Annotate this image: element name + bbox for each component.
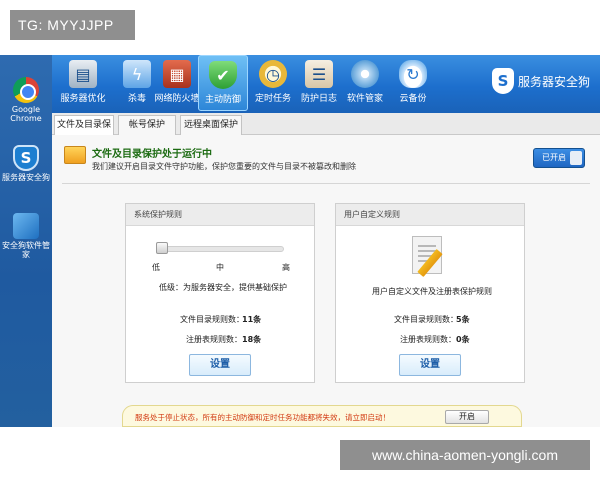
- active-defense-shield-icon: ✔: [209, 61, 237, 89]
- registry-rules-label: 注册表规则数：: [186, 335, 242, 344]
- safedog-shield-icon: S: [492, 68, 514, 94]
- system-rules-panel: 系统保护规则 低 中 高 低级：为服务器安全，提供基础保护 文件目录规则数： 1…: [125, 203, 315, 383]
- file-rules-value: 11条: [242, 315, 262, 324]
- toolbar-item-active-defense[interactable]: ✔ 主动防御: [198, 55, 248, 111]
- level-high-label: 高: [282, 263, 290, 272]
- registry-rules-label: 注册表规则数：: [400, 335, 456, 344]
- toolbar-label: 网络防火墙: [154, 94, 200, 104]
- toolbar-item-firewall[interactable]: ▦ 网络防火墙: [152, 55, 202, 111]
- panel-header: 系统保护规则: [126, 204, 314, 226]
- file-rules-label: 文件目录规则数：: [180, 315, 244, 324]
- file-rules-label: 文件目录规则数：: [394, 315, 458, 324]
- desktop-icon-software-manager[interactable]: 安全狗软件管家: [0, 213, 52, 259]
- service-warning-bar: 服务处于停止状态，所有的主动防御和定时任务功能都将失效，请立即启动！ 开启: [122, 405, 522, 427]
- toolbar-label: 主动防御: [204, 95, 241, 105]
- firewall-icon: ▦: [163, 60, 191, 88]
- antivirus-icon: ϟ: [123, 60, 151, 88]
- tab-file-directory-protection[interactable]: 文件及目录保护: [54, 115, 114, 148]
- safedog-shield-icon: S: [13, 145, 39, 171]
- divider: [62, 183, 590, 184]
- desktop-sidebar: Google Chrome S 服务器安全狗 安全狗软件管家: [0, 55, 52, 427]
- service-warning-text: 服务处于停止状态，所有的主动防御和定时任务功能都将失效，请立即启动！: [135, 413, 390, 422]
- toolbar-item-protection-log[interactable]: ☰ 防护日志: [294, 55, 344, 111]
- custom-rules-panel: 用户自定义规则 用户自定义文件及注册表保护规则 文件目录规则数： 5条 注册表规…: [335, 203, 525, 383]
- toolbar-item-cloud-backup[interactable]: ↻ 云备份: [388, 55, 438, 111]
- cloud-backup-icon: ↻: [399, 60, 427, 88]
- system-settings-button[interactable]: 设置: [189, 354, 251, 376]
- toolbar-item-server-optimize[interactable]: ▤ 服务器优化: [58, 55, 108, 111]
- file-rules-value: 5条: [456, 315, 470, 324]
- watermark-bottom: www.china-aomen-yongli.com: [340, 440, 590, 470]
- custom-settings-button[interactable]: 设置: [399, 354, 461, 376]
- toolbar-label: 服务器优化: [60, 94, 106, 104]
- brand-logo: S 服务器安全狗: [492, 66, 597, 96]
- watermark-top: TG: MYYJJPP: [10, 10, 135, 40]
- folder-icon: [64, 146, 86, 164]
- protection-level-thumb[interactable]: [156, 242, 168, 254]
- brand-name: 服务器安全狗: [518, 74, 591, 89]
- level-description: 低级：为服务器安全，提供基础保护: [159, 283, 287, 292]
- desktop-icon-chrome[interactable]: Google Chrome: [0, 77, 52, 123]
- custom-rules-description: 用户自定义文件及注册表保护规则: [372, 287, 492, 296]
- chrome-icon: [13, 77, 39, 103]
- status-banner: 文件及目录保护处于运行中 我们建议开启目录文件守护功能，保护您重要的文件与目录不…: [60, 141, 592, 177]
- toolbar-item-scheduled-task[interactable]: ◷ 定时任务: [248, 55, 298, 111]
- server-icon: ▤: [69, 60, 97, 88]
- desktop-icon-label: 服务器安全狗: [2, 173, 50, 182]
- toolbar-label: 防护日志: [300, 94, 337, 104]
- software-disc-icon: [351, 60, 379, 88]
- level-mid-label: 中: [216, 263, 224, 272]
- registry-rules-value: 0条: [456, 335, 470, 344]
- protection-toggle[interactable]: 已开启: [533, 148, 585, 168]
- toolbar-item-software-manager[interactable]: 软件管家: [340, 55, 390, 111]
- registry-rules-value: 18条: [242, 335, 262, 344]
- software-manager-icon: [13, 213, 39, 239]
- desktop-icon-safedog[interactable]: S 服务器安全狗: [0, 145, 52, 182]
- clipboard-log-icon: ☰: [305, 60, 333, 88]
- start-service-button[interactable]: 开启: [445, 410, 489, 424]
- level-low-label: 低: [152, 263, 160, 272]
- status-title: 文件及目录保护处于运行中: [92, 149, 212, 160]
- desktop-icon-label: Google Chrome: [10, 105, 42, 123]
- toolbar-label: 云备份: [399, 94, 427, 104]
- toolbar-label: 软件管家: [346, 94, 383, 104]
- clock-icon: ◷: [259, 60, 287, 88]
- tab-account-protection[interactable]: 帐号保护: [118, 115, 176, 135]
- panel-header: 用户自定义规则: [336, 204, 524, 226]
- protection-level-track[interactable]: [158, 246, 284, 252]
- toolbar-label: 定时任务: [254, 94, 291, 104]
- status-subtitle: 我们建议开启目录文件守护功能，保护您重要的文件与目录不被篡改和删除: [92, 162, 356, 171]
- tab-remote-desktop-protection[interactable]: 远程桌面保护: [180, 115, 242, 135]
- desktop-icon-label: 安全狗软件管家: [2, 241, 50, 259]
